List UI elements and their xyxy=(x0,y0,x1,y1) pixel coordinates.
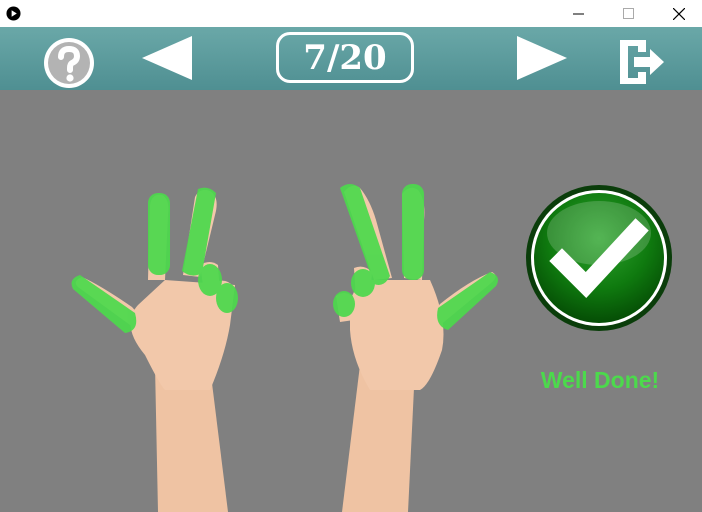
close-button[interactable] xyxy=(656,0,702,27)
app-play-icon xyxy=(6,6,21,21)
maximize-icon xyxy=(622,8,634,19)
close-icon xyxy=(673,7,685,20)
triangle-right-icon xyxy=(517,36,567,80)
question-circle-icon xyxy=(44,38,94,88)
previous-button[interactable] xyxy=(140,34,194,87)
checkmark-circle-icon xyxy=(526,185,672,331)
window-titlebar xyxy=(0,0,702,27)
minimize-icon xyxy=(572,13,584,15)
exit-button[interactable] xyxy=(618,38,666,91)
help-button[interactable] xyxy=(42,36,96,95)
right-hand-image xyxy=(333,184,498,512)
maximize-button[interactable] xyxy=(605,0,651,27)
exit-door-icon xyxy=(620,40,664,84)
result-message: Well Done! xyxy=(540,367,660,393)
next-button[interactable] xyxy=(515,34,569,87)
minimize-button[interactable] xyxy=(555,0,601,27)
left-hand-image xyxy=(71,187,238,512)
exercise-counter: 7/20 xyxy=(276,32,414,83)
triangle-left-icon xyxy=(142,36,192,80)
